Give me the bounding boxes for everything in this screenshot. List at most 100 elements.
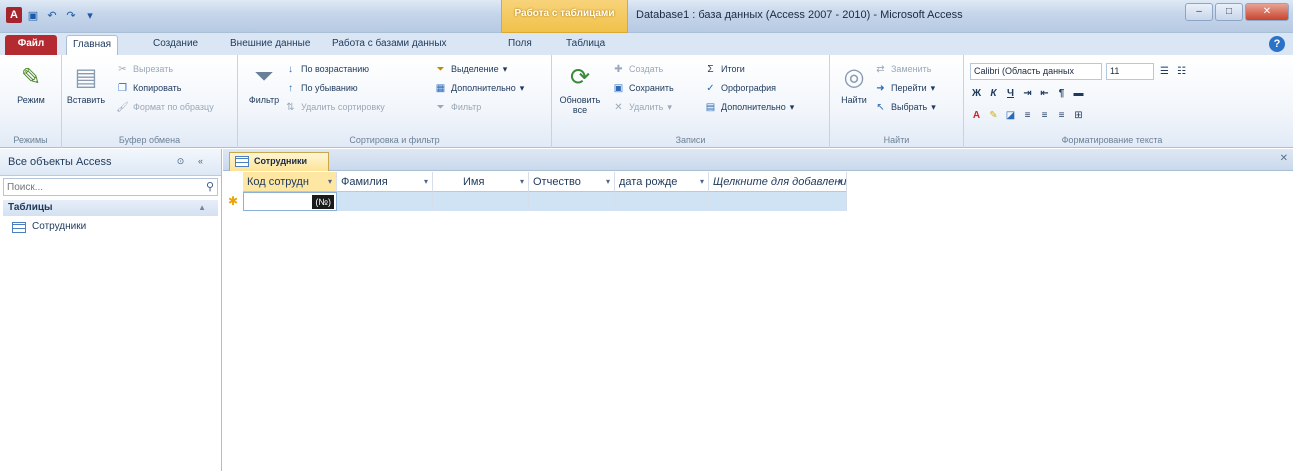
font-name-dropdown[interactable]: Calibri (Область данных: [970, 63, 1102, 80]
fill-color-icon[interactable]: ◪: [1004, 109, 1017, 122]
chevron-down-icon[interactable]: ▾: [424, 172, 428, 191]
table-icon: [12, 221, 26, 233]
paste-button[interactable]: ▤ Вставить: [64, 61, 108, 106]
goto-dropdown-icon: ▾: [930, 83, 936, 93]
format-painter-label: Формат по образцу: [133, 102, 214, 112]
tab-table[interactable]: Таблица: [560, 35, 611, 55]
align-right-icon[interactable]: ≡: [1055, 109, 1068, 122]
patronymic-cell[interactable]: [529, 192, 615, 211]
toggle-filter-button[interactable]: ⏷ Фильтр: [434, 99, 482, 116]
add-column-header[interactable]: Щелкните для добавления ▾: [709, 172, 847, 192]
new-record-row[interactable]: ✱ (№): [223, 192, 847, 211]
selection-button[interactable]: ⏷ Выделение ▾: [434, 61, 508, 78]
totals-button[interactable]: Σ Итоги: [704, 61, 744, 78]
collapse-pane-icon[interactable]: «: [194, 155, 207, 168]
chevron-down-icon[interactable]: ▾: [520, 172, 524, 191]
bold-icon[interactable]: Ж: [970, 87, 983, 100]
help-icon[interactable]: ?: [1269, 36, 1285, 52]
maximize-button[interactable]: □: [1215, 3, 1243, 21]
undo-icon[interactable]: ↶: [44, 7, 60, 23]
paragraph-icon[interactable]: ¶: [1055, 87, 1068, 100]
name-cell[interactable]: [433, 192, 529, 211]
nav-search-input[interactable]: [4, 179, 184, 195]
align-center-icon[interactable]: ≡: [1038, 109, 1051, 122]
close-document-icon[interactable]: ✕: [1280, 153, 1288, 164]
id-cell[interactable]: (№): [243, 192, 337, 211]
new-record-marker-icon[interactable]: ✱: [223, 192, 243, 211]
tab-external-data[interactable]: Внешние данные: [224, 35, 316, 55]
save-icon[interactable]: ▣: [25, 7, 41, 23]
chevron-down-icon[interactable]: ▾: [606, 172, 610, 191]
line-color-icon[interactable]: ▬: [1072, 87, 1085, 100]
nav-title[interactable]: Все объекты Access: [8, 156, 111, 168]
font-size-dropdown[interactable]: 11: [1106, 63, 1154, 80]
nav-group-label: Таблицы: [8, 202, 53, 213]
underline-icon[interactable]: Ч: [1004, 87, 1017, 100]
customize-qat-icon[interactable]: ▾: [82, 7, 98, 23]
format-painter-button[interactable]: 🖌 Формат по образцу: [116, 99, 214, 116]
surname-cell[interactable]: [337, 192, 433, 211]
chevron-down-icon[interactable]: ▾: [328, 172, 332, 191]
nav-item-table[interactable]: Сотрудники: [3, 218, 218, 236]
column-header-label: Имя: [463, 176, 485, 188]
column-header[interactable]: Имя ▾: [433, 172, 529, 192]
chevron-down-icon[interactable]: ▾: [700, 172, 704, 191]
indent-icon[interactable]: ⇥: [1021, 87, 1034, 100]
selection-filter-icon: ⏷: [436, 64, 445, 75]
tab-database-tools[interactable]: Работа с базами данных: [326, 35, 453, 55]
select-button[interactable]: ↖ Выбрать ▾: [874, 99, 936, 116]
sort-descending-button[interactable]: ↑ По убыванию: [284, 80, 358, 97]
italic-icon[interactable]: К: [987, 87, 1000, 100]
tab-fields[interactable]: Поля: [502, 35, 538, 55]
chevron-down-icon[interactable]: ▾: [838, 172, 842, 191]
column-header[interactable]: дата рожде ▾: [615, 172, 709, 192]
color-align-buttons[interactable]: A ✎ ◪ ≡ ≡ ≡ ⊞: [970, 107, 1085, 124]
select-all-corner[interactable]: [223, 172, 243, 192]
list-buttons[interactable]: ☰ ☷: [1158, 63, 1188, 80]
column-header[interactable]: Отчество ▾: [529, 172, 615, 192]
birthdate-cell[interactable]: [615, 192, 709, 211]
group-label-sort-filter: Сортировка и фильтр: [349, 135, 440, 145]
redo-icon[interactable]: ↷: [63, 7, 79, 23]
add-field-cell[interactable]: [709, 192, 847, 211]
find-button[interactable]: ◎ Найти: [832, 61, 876, 106]
refresh-all-button[interactable]: ⟳ Обновить все: [556, 61, 604, 116]
more-records-button[interactable]: ▤ Дополнительно ▾: [704, 99, 795, 116]
save-record-button[interactable]: ▣ Сохранить: [612, 80, 674, 97]
search-icon[interactable]: ⚲: [206, 180, 214, 193]
align-left-icon[interactable]: ≡: [1021, 109, 1034, 122]
filter-button[interactable]: ⏷ Фильтр: [242, 61, 286, 105]
design-view-icon: ✎: [20, 63, 42, 91]
tab-create[interactable]: Создание: [147, 35, 204, 55]
new-record-button[interactable]: ✚ Создать: [612, 61, 663, 78]
cut-button[interactable]: ✂ Вырезать: [116, 61, 173, 78]
spelling-button[interactable]: ✓ Орфография: [704, 80, 776, 97]
nav-menu-icon[interactable]: ⊙: [174, 155, 187, 168]
group-label-records: Записи: [675, 135, 706, 145]
goto-button[interactable]: ➜ Перейти ▾: [874, 80, 935, 97]
tab-file[interactable]: Файл: [5, 35, 57, 55]
sort-ascending-button[interactable]: ↓ По возрастанию: [284, 61, 369, 78]
gridlines-icon[interactable]: ⊞: [1072, 109, 1085, 122]
tab-home[interactable]: Главная: [66, 35, 119, 55]
close-button[interactable]: ✕: [1245, 3, 1289, 21]
minimize-button[interactable]: –: [1185, 3, 1213, 21]
delete-record-button[interactable]: ✕ Удалить ▾: [612, 99, 672, 116]
toggle-filter-icon: ⏷: [436, 102, 445, 113]
view-button[interactable]: ✎ Режим: [9, 61, 53, 106]
advanced-filter-button[interactable]: ▦ Дополнительно ▾: [434, 80, 525, 97]
toggle-filter-label: Фильтр: [451, 102, 482, 112]
column-header[interactable]: Код сотрудн ▾: [243, 172, 337, 192]
nav-group-tables[interactable]: Таблицы ▲: [3, 200, 218, 216]
remove-sort-label: Удалить сортировку: [301, 102, 385, 112]
access-app-icon[interactable]: A: [6, 7, 22, 23]
outdent-icon[interactable]: ⇤: [1038, 87, 1051, 100]
document-tab[interactable]: Сотрудники: [229, 152, 329, 171]
remove-sort-button[interactable]: ⇅ Удалить сортировку: [284, 99, 385, 116]
font-color-icon[interactable]: A: [970, 109, 983, 122]
highlight-icon[interactable]: ✎: [987, 109, 1000, 122]
font-style-buttons[interactable]: Ж К Ч ⇥ ⇤ ¶ ▬: [970, 85, 1085, 102]
column-header[interactable]: Фамилия ▾: [337, 172, 433, 192]
replace-button[interactable]: ⇄ Заменить: [874, 61, 931, 78]
copy-button[interactable]: ❐ Копировать: [116, 80, 181, 97]
